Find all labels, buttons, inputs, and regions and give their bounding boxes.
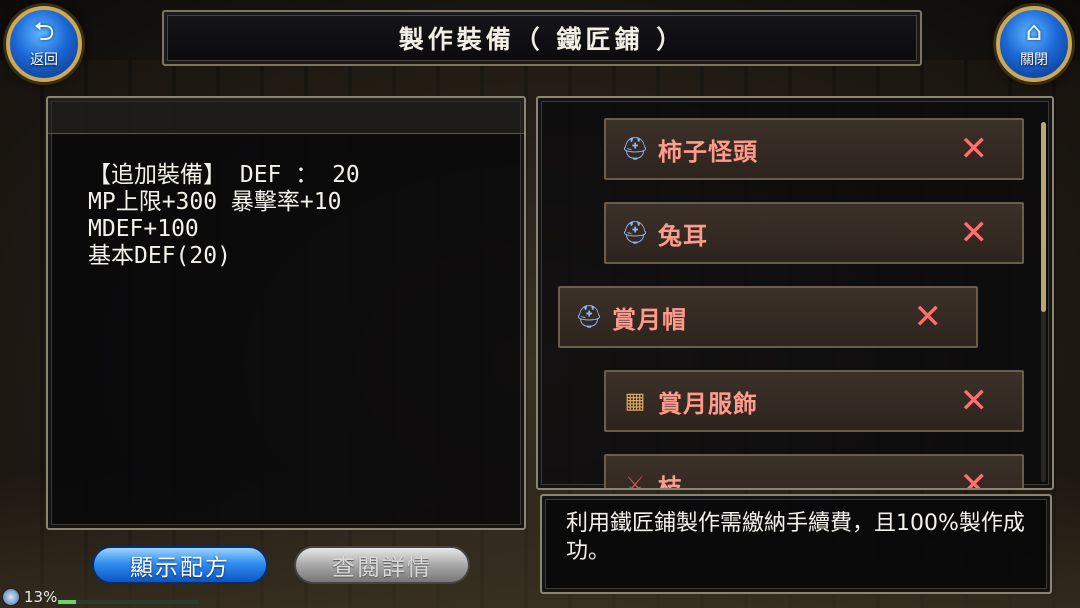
- close-button[interactable]: ⌂ 關閉: [996, 6, 1072, 82]
- exp-bar: [58, 600, 198, 604]
- remove-icon[interactable]: ✕: [960, 466, 989, 488]
- hat-icon: ⛑: [621, 220, 649, 246]
- item-name: 柿子怪頭: [658, 137, 758, 166]
- list-scrollbar[interactable]: [1041, 122, 1046, 482]
- material-list-panel[interactable]: ⛑ 柿子怪頭 ✕ ⛑ 兔耳 ✕ ⛑ 賞月帽 ✕ ▦ 賞月服飾 ✕ ⚔ 枝 ✕: [536, 96, 1054, 490]
- home-icon: ⌂: [1025, 17, 1043, 47]
- back-button[interactable]: ⮌ 返回: [6, 6, 82, 82]
- stat-line: MP上限+300 暴擊率+10: [88, 189, 342, 215]
- sword-icon: ⚔: [625, 472, 645, 490]
- remove-icon[interactable]: ✕: [960, 382, 989, 420]
- view-detail-button[interactable]: 查閱詳情: [294, 546, 470, 584]
- back-label: 返回: [30, 52, 58, 68]
- message-box: 利用鐵匠鋪製作需繳納手續費，且100%製作成功。: [540, 494, 1052, 594]
- hat-icon: ⛑: [575, 304, 603, 330]
- remove-icon[interactable]: ✕: [960, 130, 989, 168]
- exp-status: 13%: [2, 588, 57, 606]
- hat-icon: ⛑: [621, 136, 649, 162]
- list-item[interactable]: ▦ 賞月服飾 ✕: [604, 370, 1024, 432]
- remove-icon[interactable]: ✕: [914, 298, 943, 336]
- title-bar: 製作裝備（ 鐵匠鋪 ）: [162, 10, 922, 66]
- list-item[interactable]: ⛑ 柿子怪頭 ✕: [604, 118, 1024, 180]
- item-name: 枝: [658, 473, 683, 490]
- stat-line: MDEF+100: [88, 216, 199, 242]
- stats-text: 【追加裝備】 DEF ： 20 MP上限+300 暴擊率+10 MDEF+100…: [88, 162, 360, 270]
- list-item-selected[interactable]: ⛑ 賞月帽 ✕: [558, 286, 978, 348]
- item-name: 兔耳: [658, 221, 708, 250]
- remove-icon[interactable]: ✕: [960, 214, 989, 252]
- page-title: 製作裝備（ 鐵匠鋪 ）: [398, 25, 686, 54]
- scroll-thumb[interactable]: [1041, 122, 1046, 312]
- exp-orb-icon: [2, 588, 20, 606]
- item-name: 賞月服飾: [658, 389, 758, 418]
- back-arrow-icon: ⮌: [33, 17, 55, 47]
- panel-header-strip: [48, 98, 524, 134]
- stat-line: 基本DEF(20): [88, 243, 231, 269]
- exp-percent: 13%: [24, 588, 58, 606]
- stat-line: 【追加裝備】 DEF ： 20: [88, 162, 360, 188]
- armor-icon: ▦: [624, 388, 646, 414]
- equipment-stats-panel: 【追加裝備】 DEF ： 20 MP上限+300 暴擊率+10 MDEF+100…: [46, 96, 526, 530]
- exp-bar-fill: [58, 600, 77, 604]
- show-recipe-button[interactable]: 顯示配方: [92, 546, 268, 584]
- list-item[interactable]: ⛑ 兔耳 ✕: [604, 202, 1024, 264]
- close-label: 關閉: [1020, 52, 1048, 68]
- list-item[interactable]: ⚔ 枝 ✕: [604, 454, 1024, 490]
- item-name: 賞月帽: [612, 305, 687, 334]
- message-text: 利用鐵匠鋪製作需繳納手續費，且100%製作成功。: [566, 511, 1025, 564]
